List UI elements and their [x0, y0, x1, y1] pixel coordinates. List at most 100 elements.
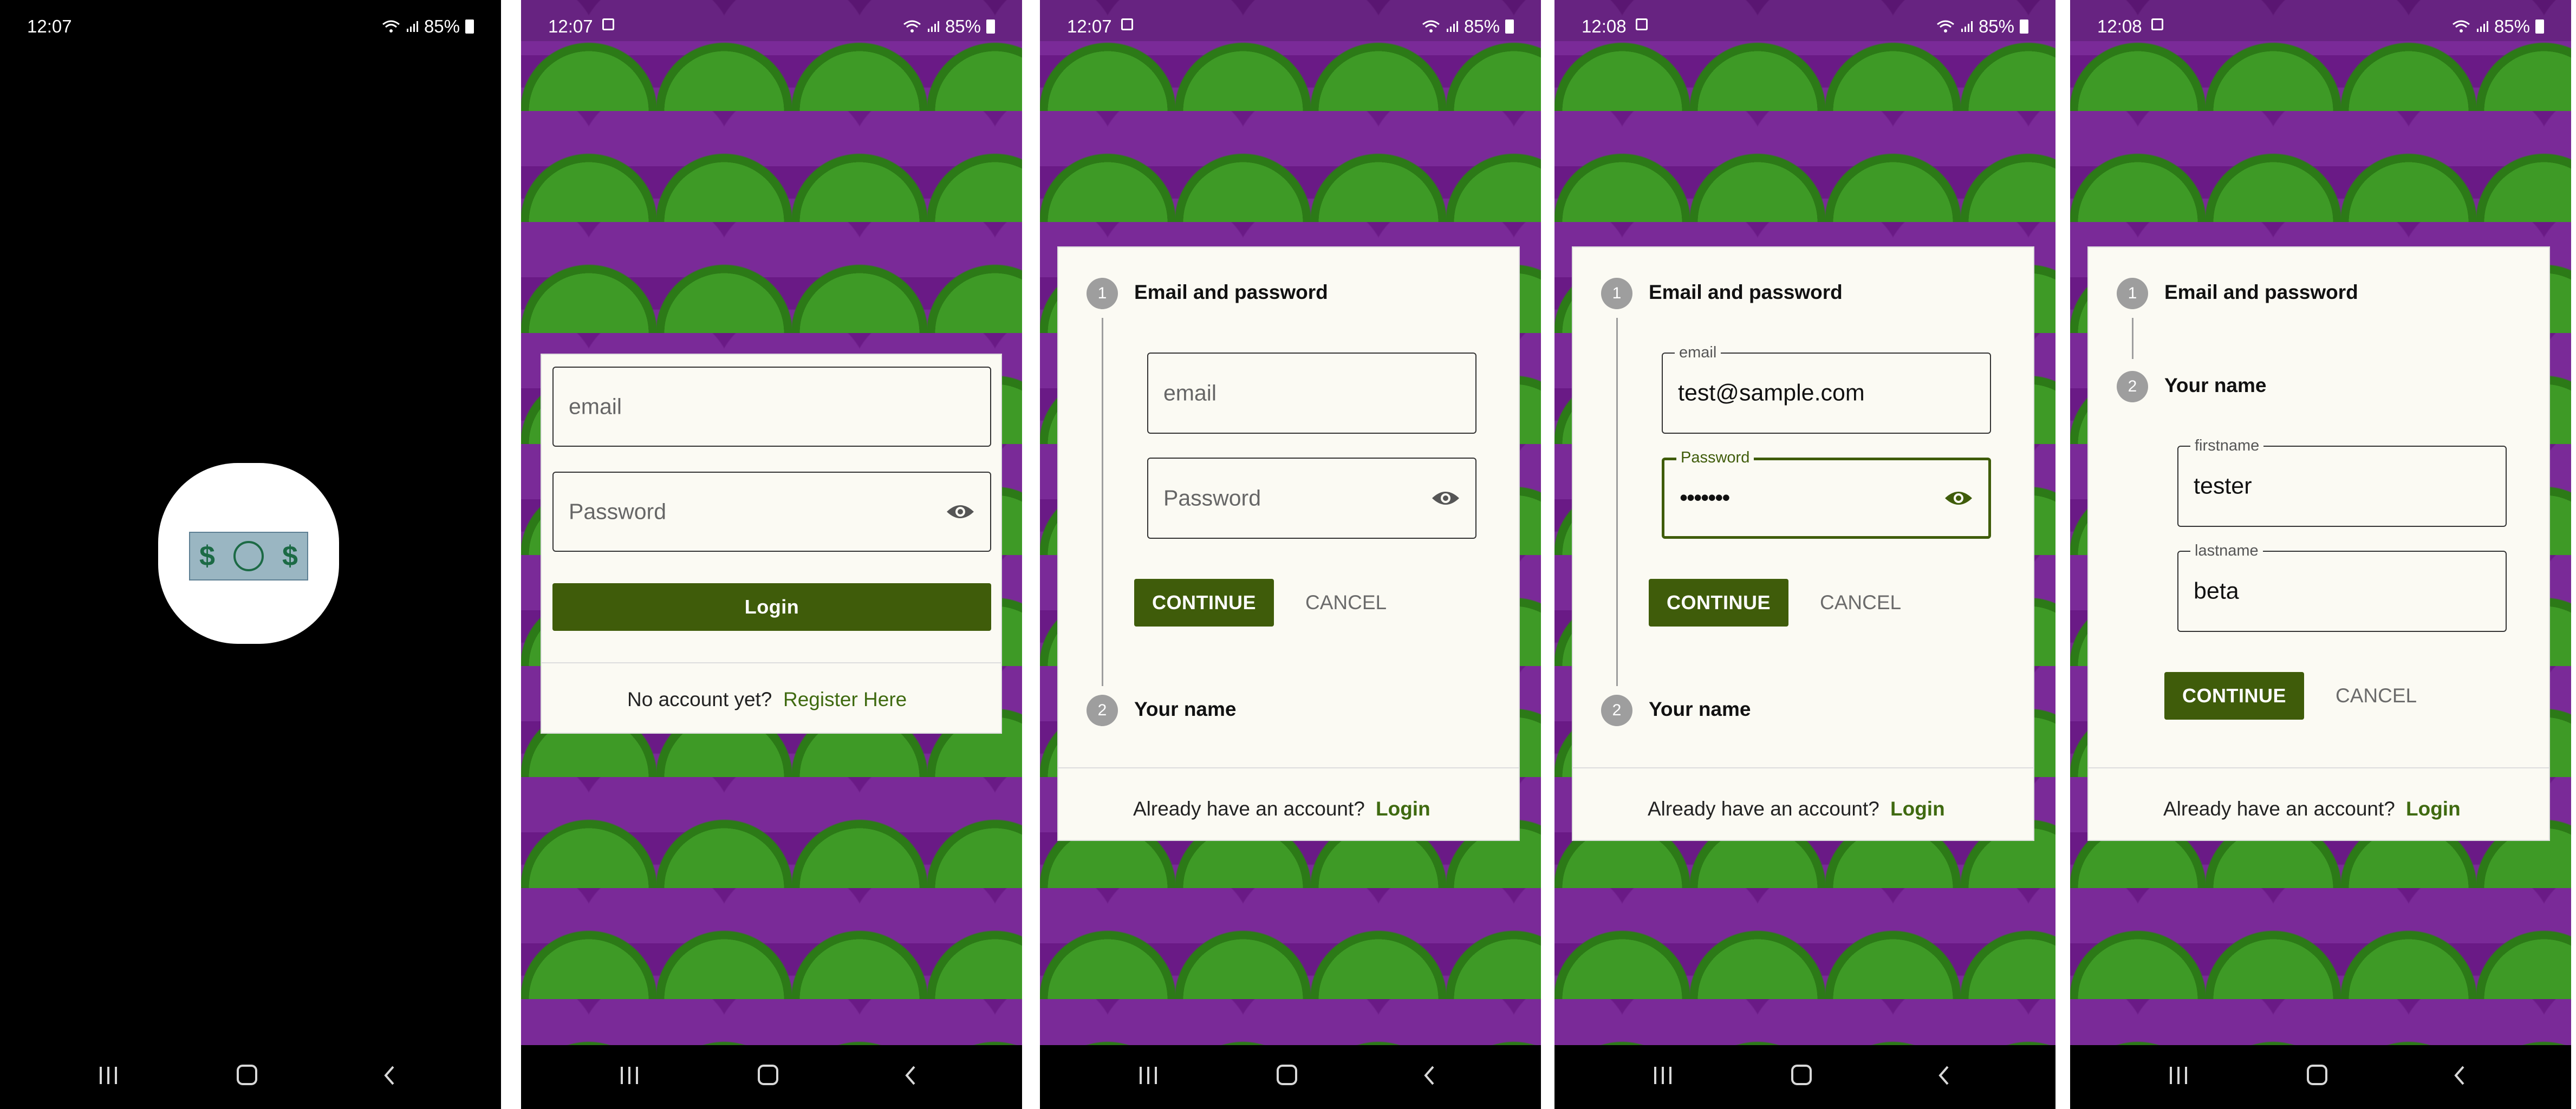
battery-percent: 85%: [945, 16, 981, 36]
password-placeholder: Password: [1163, 485, 1261, 511]
password-field[interactable]: Password •••••••: [1662, 449, 1991, 539]
register-link[interactable]: Register Here: [783, 688, 907, 711]
battery-icon: [2020, 19, 2028, 34]
eye-icon[interactable]: [1431, 488, 1460, 508]
register-card: 1 Email and password email Password CONT…: [1057, 246, 1520, 841]
lastname-field[interactable]: lastname beta: [2177, 543, 2507, 632]
wifi-icon: [1422, 20, 1440, 32]
battery-icon: [1505, 19, 1514, 34]
divider: [1058, 767, 1519, 768]
step-1-title[interactable]: Email and password: [2164, 281, 2358, 304]
phone-splash: 12:07 85% $ $: [0, 0, 501, 1109]
image-notification-icon: [602, 18, 614, 30]
step-2-circle: 2: [1087, 695, 1118, 726]
app-splash-icon: $ $: [158, 463, 339, 644]
battery-icon: [465, 19, 474, 34]
step-2-title[interactable]: Your name: [1134, 698, 1236, 721]
firstname-field[interactable]: firstname tester: [2177, 438, 2507, 527]
status-icons: 85%: [1422, 16, 1514, 37]
phone-register-name: 12:08 85% 1 Email and password 2 Your na…: [2070, 0, 2571, 1109]
home-icon[interactable]: [237, 1065, 257, 1085]
home-icon[interactable]: [758, 1065, 778, 1085]
divider: [2089, 767, 2549, 768]
email-label: email: [1675, 344, 1721, 361]
password-field[interactable]: Password: [552, 472, 991, 552]
back-icon[interactable]: [1419, 1065, 1441, 1086]
status-time: 12:07: [1067, 16, 1112, 36]
cancel-button[interactable]: CANCEL: [1305, 579, 1387, 627]
battery-icon: [986, 19, 995, 34]
status-bar: 12:07 85%: [0, 0, 501, 41]
status-time: 12:07: [27, 16, 72, 36]
back-icon[interactable]: [2449, 1065, 2471, 1086]
cancel-button[interactable]: CANCEL: [1820, 579, 1901, 627]
step-2-circle: 2: [2117, 371, 2148, 402]
wifi-icon: [382, 20, 400, 32]
back-icon[interactable]: [900, 1065, 922, 1086]
nav-bar: [1554, 1045, 2055, 1109]
step-connector: [2132, 318, 2133, 359]
password-field[interactable]: Password: [1147, 458, 1476, 539]
signal-icon: [927, 21, 939, 32]
login-button[interactable]: Login: [552, 583, 991, 631]
nav-bar: [521, 1045, 1022, 1109]
status-bar: 12:07 85%: [521, 0, 1022, 41]
phone-register-filled: 12:08 85% 1 Email and password email tes…: [1554, 0, 2055, 1109]
recent-apps-icon[interactable]: [97, 1065, 119, 1086]
login-link[interactable]: Login: [1890, 798, 1945, 820]
have-account-text: Already have an account?: [1133, 798, 1365, 820]
home-icon[interactable]: [1277, 1065, 1297, 1085]
email-placeholder: email: [569, 394, 622, 419]
continue-button[interactable]: CONTINUE: [2164, 672, 2304, 720]
image-notification-icon: [2151, 18, 2163, 30]
battery-percent: 85%: [1978, 16, 2014, 36]
step-2-title[interactable]: Your name: [2164, 374, 2266, 397]
lastname-label: lastname: [2190, 543, 2263, 559]
recent-apps-icon[interactable]: [2168, 1065, 2189, 1086]
app-money-icon: $ $: [189, 532, 308, 580]
step-1-circle: 1: [1087, 278, 1118, 309]
signal-icon: [2476, 21, 2488, 32]
divider: [542, 662, 1001, 663]
recent-apps-icon[interactable]: [1652, 1065, 1674, 1086]
step-2-title[interactable]: Your name: [1649, 698, 1751, 721]
email-field[interactable]: email test@sample.com: [1662, 344, 1991, 434]
login-link[interactable]: Login: [1376, 798, 1430, 820]
status-bar: 12:08 85%: [1554, 0, 2055, 41]
step-connector: [1102, 318, 1103, 686]
have-account-text: Already have an account?: [2163, 798, 2395, 820]
eye-icon[interactable]: [1944, 488, 1973, 508]
wifi-icon: [1937, 20, 1954, 32]
phone-register-empty: 12:07 85% 1 Email and password email Pas…: [1040, 0, 1541, 1109]
status-bar: 12:08 85%: [2070, 0, 2571, 41]
phone-login: 12:07 85% email Password Login No accoun…: [521, 0, 1022, 1109]
lastname-value: beta: [2194, 578, 2239, 604]
wifi-icon: [2453, 20, 2470, 32]
wifi-icon: [903, 20, 921, 32]
divider: [1573, 767, 2033, 768]
continue-button[interactable]: CONTINUE: [1134, 579, 1274, 627]
cancel-button[interactable]: CANCEL: [2336, 672, 2417, 720]
email-field[interactable]: email: [1147, 353, 1476, 434]
signal-icon: [1446, 21, 1458, 32]
email-placeholder: email: [1163, 380, 1217, 406]
signal-icon: [406, 21, 418, 32]
password-label: Password: [1676, 449, 1754, 466]
eye-icon[interactable]: [946, 502, 975, 521]
image-notification-icon: [1636, 18, 1648, 30]
register-card: 1 Email and password email test@sample.c…: [1572, 246, 2034, 841]
back-icon[interactable]: [379, 1065, 401, 1086]
email-field[interactable]: email: [552, 367, 991, 447]
step-1-title[interactable]: Email and password: [1649, 281, 1843, 304]
firstname-label: firstname: [2190, 438, 2264, 454]
continue-button[interactable]: CONTINUE: [1649, 579, 1788, 627]
back-icon[interactable]: [1934, 1065, 1955, 1086]
step-connector: [1616, 318, 1618, 686]
home-icon[interactable]: [2307, 1065, 2327, 1085]
home-icon[interactable]: [1791, 1065, 1812, 1085]
battery-percent: 85%: [2494, 16, 2530, 36]
login-link[interactable]: Login: [2406, 798, 2461, 820]
recent-apps-icon[interactable]: [1137, 1065, 1159, 1086]
step-1-title[interactable]: Email and password: [1134, 281, 1328, 304]
recent-apps-icon[interactable]: [619, 1065, 640, 1086]
